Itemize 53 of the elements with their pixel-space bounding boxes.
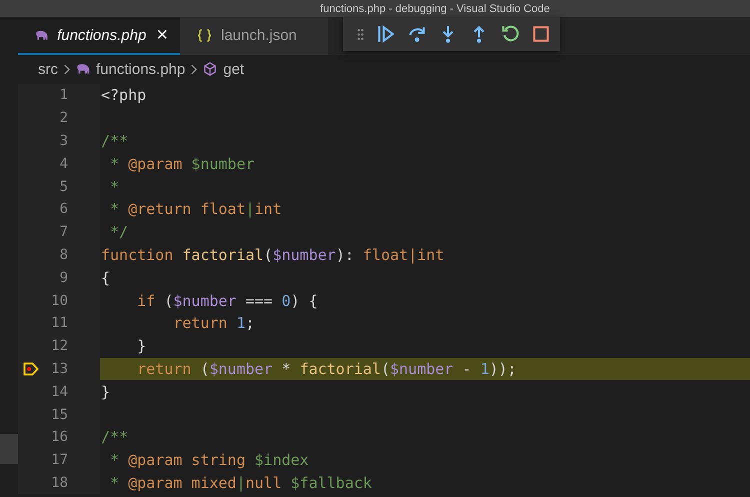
code-line: /** [100, 130, 130, 152]
code-line: * [109, 176, 120, 198]
elephant-icon [75, 62, 91, 76]
editor-tab[interactable]: launch.json [180, 17, 328, 55]
restart-icon[interactable] [501, 25, 519, 43]
line-number: 1 [60, 87, 68, 104]
code-line: <?php [100, 85, 148, 106]
line-number: 12 [51, 338, 68, 354]
line-number: 18 [51, 474, 68, 491]
window-title: functions.php - debugging - Visual Studio Code [320, 2, 550, 14]
line-number: 16 [51, 429, 68, 446]
line-number: 14 [51, 384, 68, 400]
line-number: 6 [60, 201, 68, 218]
line-number: 17 [51, 452, 68, 468]
line-number: 9 [60, 270, 68, 286]
line-number: 3 [60, 132, 68, 149]
breadcrumb-item[interactable]: src [38, 60, 58, 78]
activity-indicator [0, 434, 18, 464]
close-button[interactable]: × [156, 24, 168, 46]
elephant-icon [34, 28, 50, 42]
line-number: 13 [51, 360, 68, 377]
line-number: 8 [60, 246, 68, 263]
chevron-icon [63, 64, 70, 74]
stop-icon[interactable] [532, 25, 550, 43]
line-number: 5 [60, 178, 68, 195]
code-line: function factorial($number): float|int [100, 244, 446, 266]
line-number: 15 [51, 406, 68, 423]
step-over-icon[interactable] [408, 25, 426, 43]
code-line: /** [100, 427, 130, 448]
code-line: return 1; [172, 313, 256, 334]
drag-handle-icon[interactable] [357, 28, 364, 40]
editor-tab[interactable]: functions.php × [18, 17, 180, 55]
breadcrumb-item[interactable]: functions.php [96, 60, 186, 78]
braces-icon [196, 28, 213, 42]
debug-pointer-icon [23, 362, 39, 376]
breadcrumb-item[interactable]: get [223, 60, 244, 78]
continue-icon[interactable] [377, 25, 395, 43]
code-line: } [136, 336, 148, 358]
code-line: * @param string $index [109, 450, 310, 472]
code-line: * @return float|int [109, 199, 283, 220]
chevron-icon [190, 64, 198, 74]
line-number: 10 [51, 292, 68, 309]
code-line: */ [109, 222, 130, 244]
cube-icon [202, 62, 218, 76]
line-number: 4 [60, 156, 68, 172]
code-line: * @param mixed|null $fallback [109, 472, 373, 494]
code-line: * @param $number [109, 154, 256, 175]
line-number: 7 [60, 224, 68, 240]
line-number: 11 [51, 315, 68, 332]
code-line: if ($number === 0) { [136, 290, 319, 312]
code-line: } [100, 382, 112, 403]
code-line: { [100, 268, 112, 289]
line-number: 2 [60, 110, 68, 126]
